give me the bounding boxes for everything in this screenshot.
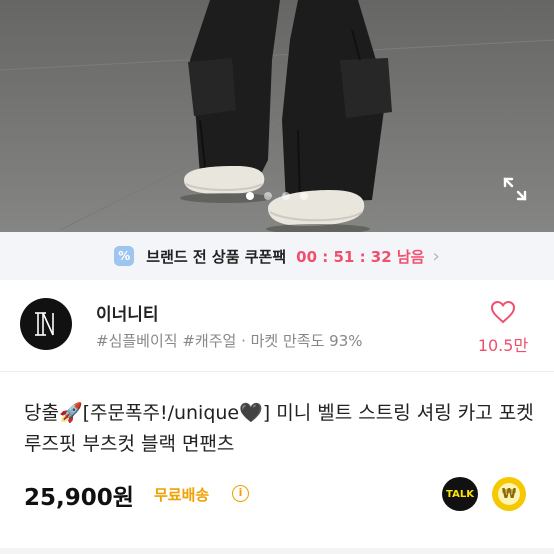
seller-name[interactable]: 이너니티 — [96, 300, 159, 325]
talk-label: TALK — [446, 488, 474, 500]
kakao-talk-button[interactable]: TALK — [442, 477, 478, 511]
like-count: 10.5만 — [477, 336, 529, 355]
carousel-dot[interactable] — [264, 192, 272, 200]
product-title: 당출🚀[주문폭주!/unique🖤] 미니 벨트 스트링 셔링 카고 포켓 루즈… — [24, 402, 534, 455]
carousel-dots — [0, 192, 554, 200]
section-divider — [0, 548, 554, 554]
seller-tags: #심플베이직 #캐주얼 · 마켓 만족도 93% — [96, 332, 363, 350]
carousel-dot[interactable] — [246, 192, 254, 200]
coupon-banner[interactable]: % 브랜드 전 상품 쿠폰팩 00 : 51 : 32 남음 › — [0, 232, 554, 280]
coupon-icon: % — [114, 246, 135, 266]
chevron-right-icon: › — [432, 245, 440, 267]
seller-logo — [35, 312, 54, 336]
pay-button[interactable]: ₩ — [492, 477, 526, 511]
like-button[interactable]: 10.5만 — [476, 300, 530, 356]
coupon-text: 브랜드 전 상품 쿠폰팩 — [146, 247, 287, 266]
info-icon[interactable]: i — [232, 485, 249, 502]
carousel-dot[interactable] — [300, 192, 308, 200]
shipping-label: 무료배송 — [154, 486, 210, 504]
won-icon: ₩ — [498, 483, 520, 505]
product-price: 25,900원 — [24, 485, 134, 511]
seller-avatar[interactable] — [20, 298, 72, 350]
coupon-timer: 00 : 51 : 32 남음 — [296, 247, 425, 266]
expand-icon[interactable] — [502, 176, 528, 202]
seller-section[interactable]: 이너니티 #심플베이직 #캐주얼 · 마켓 만족도 93% 10.5만 — [0, 280, 554, 372]
product-image[interactable] — [0, 0, 554, 232]
heart-icon — [490, 300, 516, 324]
carousel-dot[interactable] — [282, 192, 290, 200]
